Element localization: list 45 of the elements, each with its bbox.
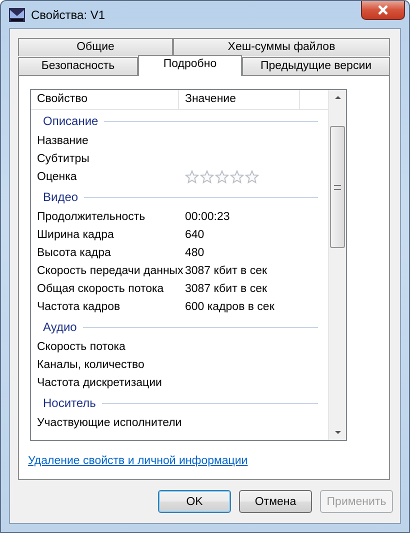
tab[interactable]: Хеш-суммы файлов	[173, 38, 390, 56]
star-icon	[185, 170, 199, 184]
star-icon	[245, 170, 259, 184]
tab[interactable]: Общие	[18, 38, 173, 56]
scrollbar[interactable]	[328, 90, 346, 440]
property-name: Продолжительность	[37, 211, 146, 223]
group-title: Описание	[43, 114, 98, 128]
property-name: Скорость передачи данных	[37, 265, 184, 277]
property-value: 600 кадров в сек	[185, 301, 274, 313]
property-value: 00:00:23	[185, 211, 230, 223]
column-header[interactable]: Свойство	[31, 90, 179, 109]
group-title: Носитель	[43, 396, 96, 410]
property-name: Субтитры	[37, 153, 90, 165]
tab[interactable]: Подробно	[138, 55, 242, 76]
group-title: Видео	[43, 190, 78, 204]
video-icon	[9, 6, 25, 22]
property-name: Скорость потока	[37, 341, 126, 353]
scroll-thumb[interactable]	[330, 126, 345, 248]
property-name: Высота кадра	[37, 247, 112, 259]
property-value: 3087 кбит в сек	[185, 283, 268, 295]
property-name: Каналы, количество	[37, 359, 146, 371]
star-icon	[200, 170, 214, 184]
tab[interactable]: Безопасность	[18, 57, 138, 75]
rating-stars[interactable]	[185, 170, 259, 184]
star-icon	[230, 170, 244, 184]
property-name: Ширина кадра	[37, 229, 115, 241]
property-name: Общая скорость потока	[37, 283, 165, 295]
property-name: Название	[37, 135, 90, 147]
property-name: Оценка	[37, 171, 78, 183]
remove-properties-link[interactable]: Удаление свойств и личной информации	[28, 455, 248, 467]
tab[interactable]: Предыдущие версии	[242, 57, 390, 75]
window-title: Свойства: V1	[31, 8, 106, 22]
group-title: Аудио	[43, 320, 77, 334]
column-header[interactable]: Значение	[179, 90, 300, 109]
dialog-button[interactable]: OK	[158, 490, 231, 513]
close-icon	[377, 5, 389, 15]
property-name: Частота кадров	[37, 301, 122, 313]
star-icon	[215, 170, 229, 184]
property-name: Участвующие исполнители	[37, 417, 183, 429]
close-button[interactable]	[361, 1, 405, 20]
dialog-button[interactable]: Отмена	[239, 490, 312, 513]
property-value: 3087 кбит в сек	[185, 265, 268, 277]
property-value: 480	[185, 247, 204, 259]
property-value: 640	[185, 229, 204, 241]
property-name: Частота дискретизации	[37, 377, 163, 389]
